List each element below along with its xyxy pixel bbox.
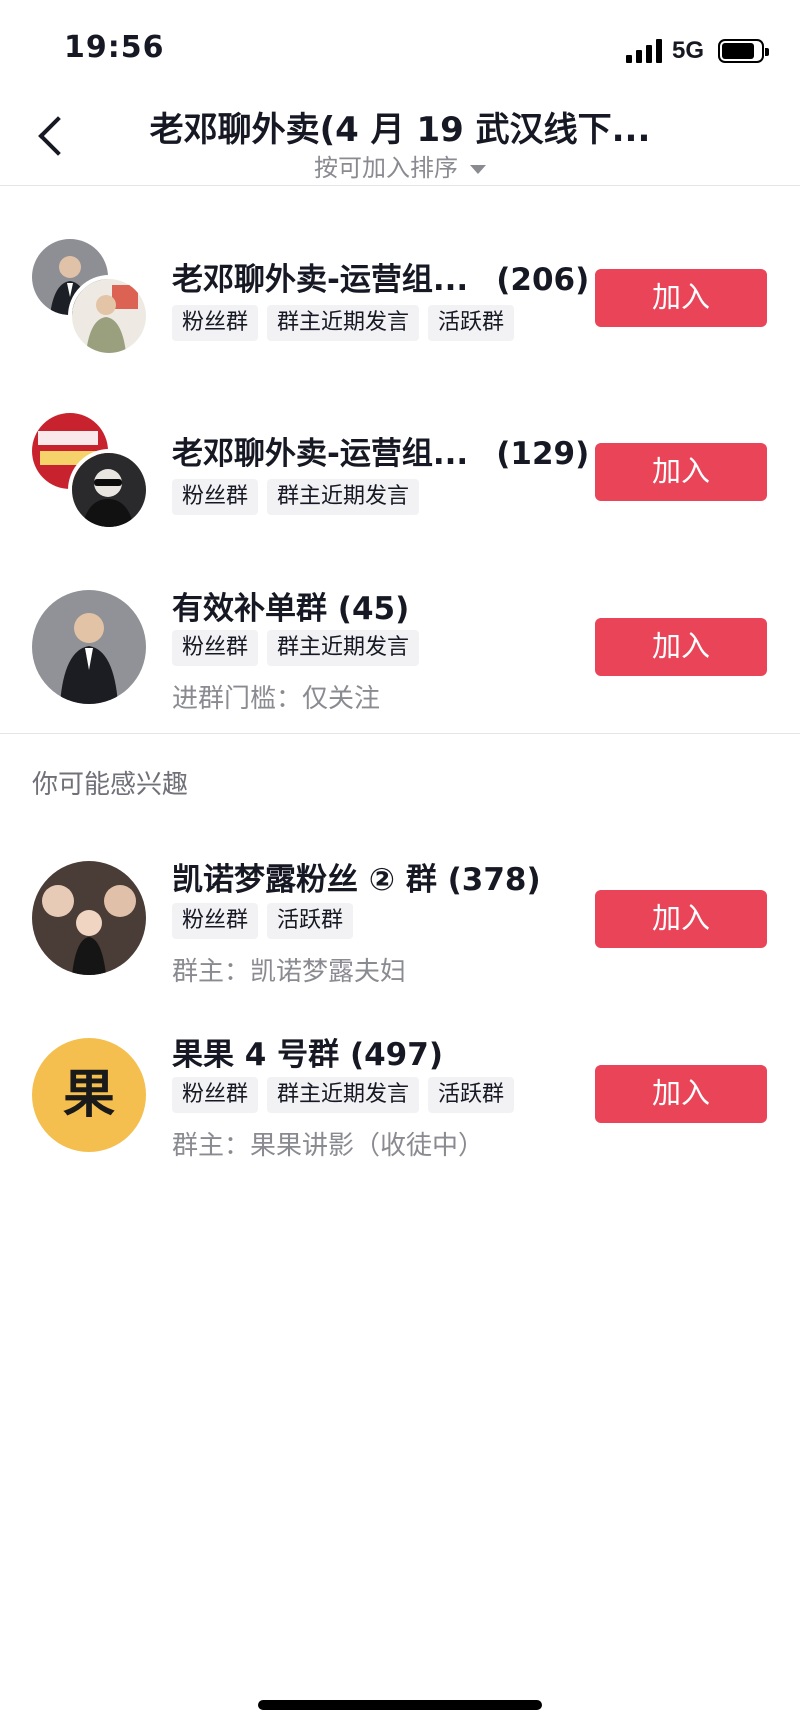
group-name: 有效补单群 (45) bbox=[172, 591, 410, 627]
tag-list: 粉丝群 群主近期发言 活跃群 bbox=[172, 305, 515, 341]
group-avatar-text: 果 bbox=[62, 1065, 115, 1125]
status-bar: 19:56 5G bbox=[0, 0, 800, 90]
section-title: 你可能感兴趣 bbox=[32, 770, 189, 800]
home-indicator[interactable] bbox=[258, 1700, 542, 1710]
tag: 粉丝群 bbox=[172, 305, 259, 341]
join-button[interactable]: 加入 bbox=[595, 269, 767, 327]
tag: 活跃群 bbox=[428, 1077, 515, 1113]
tag: 群主近期发言 bbox=[267, 1077, 420, 1113]
sort-label: 按可加入排序 bbox=[314, 154, 458, 182]
group-avatar: 果 bbox=[32, 1038, 146, 1152]
status-time: 19:56 bbox=[64, 30, 165, 65]
avatar-photo bbox=[68, 275, 150, 357]
group-name: 凯诺梦露粉丝 ② 群 (378) bbox=[172, 862, 541, 898]
signal-icon bbox=[625, 39, 662, 63]
tag: 粉丝群 bbox=[172, 630, 259, 666]
tag-list: 粉丝群 群主近期发言 活跃群 bbox=[172, 1077, 515, 1113]
tag: 粉丝群 bbox=[172, 479, 259, 515]
sort-dropdown[interactable]: 按可加入排序 bbox=[0, 148, 800, 183]
tag: 群主近期发言 bbox=[267, 305, 420, 341]
status-indicators: 5G bbox=[625, 36, 769, 66]
group-avatar bbox=[32, 239, 150, 357]
group-owner: 群主：凯诺梦露夫妇 bbox=[172, 957, 407, 987]
group-avatar bbox=[32, 590, 146, 704]
tag: 粉丝群 bbox=[172, 903, 259, 939]
avatar-photo bbox=[68, 449, 150, 531]
join-button[interactable]: 加入 bbox=[595, 443, 767, 501]
nav-header: 老邓聊外卖(4 月 19 武汉线下... 按可加入排序 bbox=[0, 90, 800, 186]
group-member-count: (206) bbox=[496, 262, 590, 298]
battery-fill bbox=[722, 43, 754, 59]
join-threshold: 进群门槛：仅关注 bbox=[172, 684, 381, 714]
group-name: 老邓聊外卖-运营组... (206) bbox=[172, 254, 589, 299]
group-member-count: (129) bbox=[496, 436, 590, 472]
tag-list: 粉丝群 群主近期发言 bbox=[172, 479, 420, 515]
group-name: 果果 4 号群 (497) bbox=[172, 1037, 443, 1073]
join-button[interactable]: 加入 bbox=[595, 618, 767, 676]
group-name-text: 老邓聊外卖-运营组... bbox=[172, 262, 469, 298]
join-button[interactable]: 加入 bbox=[595, 1065, 767, 1123]
group-name-text: 老邓聊外卖-运营组... bbox=[172, 436, 469, 472]
tag: 群主近期发言 bbox=[267, 630, 420, 666]
group-avatar bbox=[32, 413, 150, 531]
page-title: 老邓聊外卖(4 月 19 武汉线下... bbox=[149, 110, 651, 150]
network-type: 5G bbox=[671, 37, 704, 64]
tag: 活跃群 bbox=[267, 903, 354, 939]
battery-icon bbox=[718, 39, 769, 63]
join-button[interactable]: 加入 bbox=[595, 890, 767, 948]
tag-list: 粉丝群 群主近期发言 bbox=[172, 630, 420, 666]
tag: 群主近期发言 bbox=[267, 479, 420, 515]
caret-down-icon bbox=[470, 164, 486, 174]
group-name: 老邓聊外卖-运营组... (129) bbox=[172, 428, 589, 473]
tag: 粉丝群 bbox=[172, 1077, 259, 1113]
section-divider bbox=[0, 733, 800, 734]
tag: 活跃群 bbox=[428, 305, 515, 341]
tag-list: 粉丝群 活跃群 bbox=[172, 903, 354, 939]
group-owner: 群主：果果讲影（收徒中） bbox=[172, 1131, 485, 1161]
group-avatar bbox=[32, 861, 146, 975]
